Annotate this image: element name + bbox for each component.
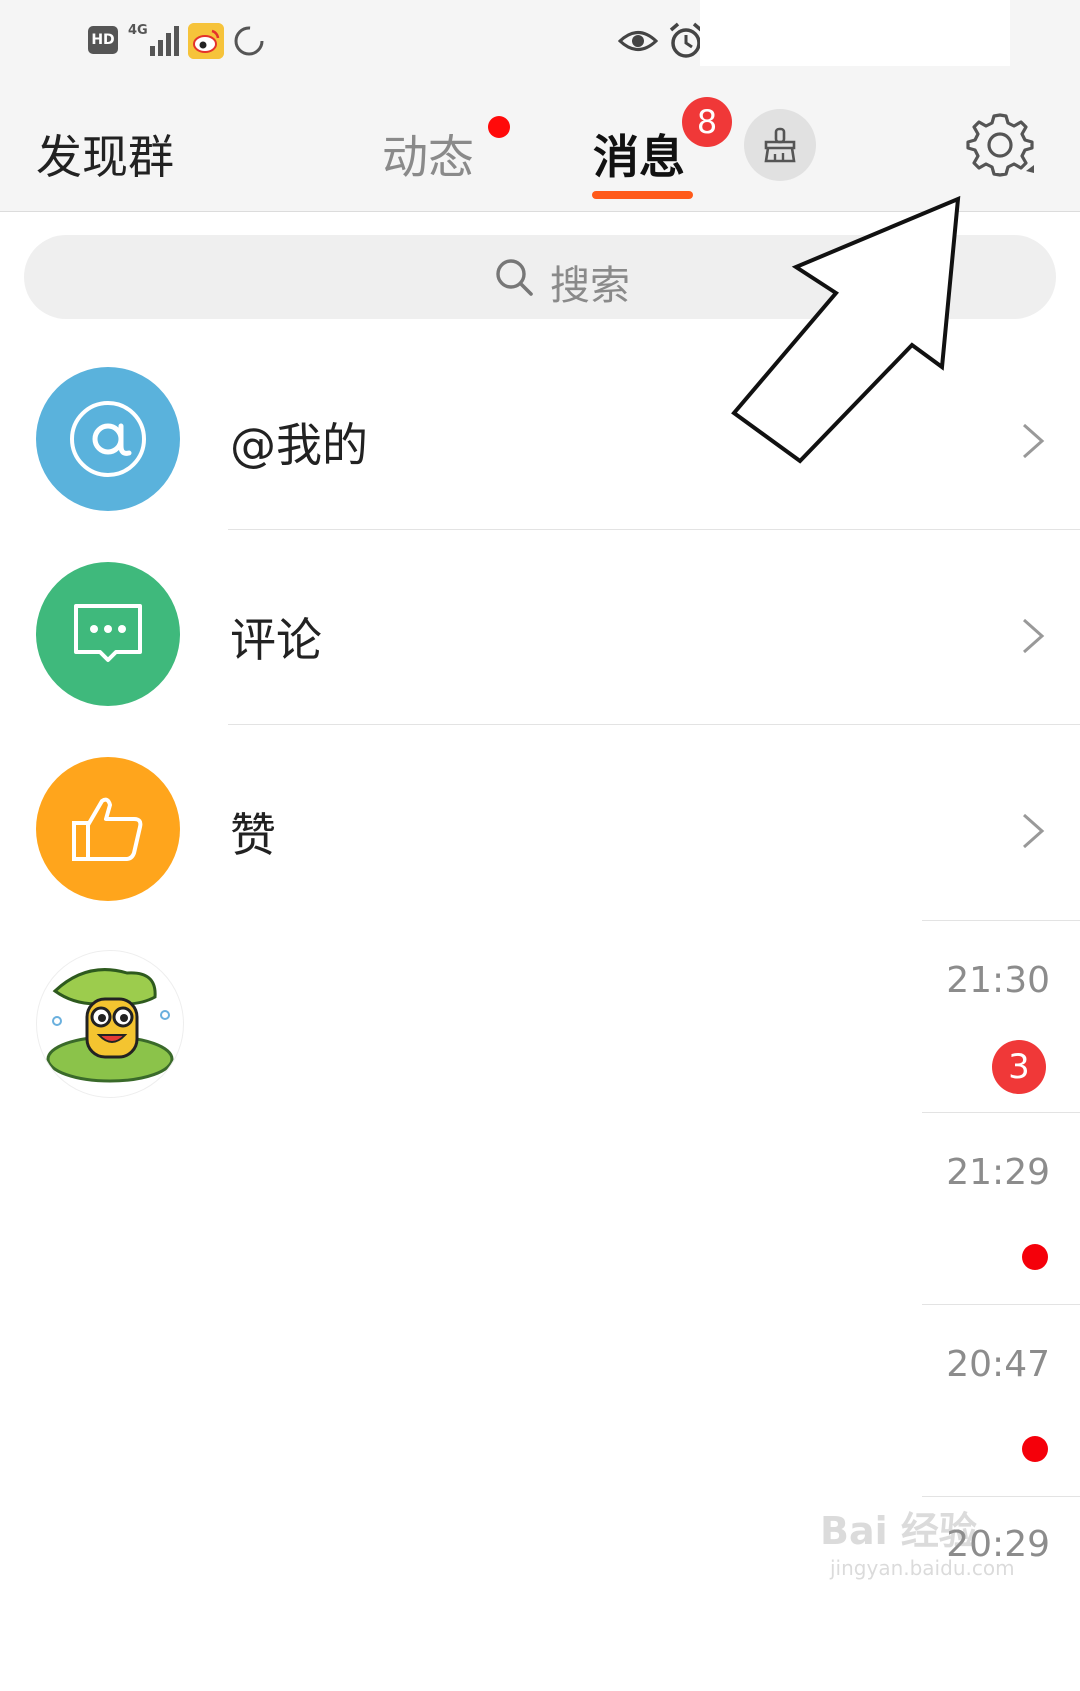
alarm-icon [669,22,703,58]
chat-avatar [36,950,184,1098]
chevron-right-icon [1023,423,1045,459]
chat-row[interactable]: 21:29 [0,1112,1080,1307]
search-placeholder: 搜索 [550,263,630,309]
unread-count-badge: 3 [992,1040,1046,1094]
chat-time: 21:29 [946,1152,1050,1193]
menu-row-likes[interactable]: 赞 [0,725,1080,920]
chevron-right-icon [1023,618,1045,654]
menu-row-label: @我的 [230,418,368,472]
chevron-right-icon [1023,813,1045,849]
watermark-url: jingyan.baidu.com [830,1556,1015,1580]
mentions-avatar [36,367,180,511]
row-divider [922,920,1080,921]
loading-icon [234,26,264,56]
thumbs-up-icon [72,797,143,861]
broom-icon [764,127,796,163]
menu-row-comments[interactable]: 评论 [0,530,1080,725]
clear-unread-button[interactable] [744,109,816,181]
unread-dot [1022,1436,1048,1462]
eye-icon [618,31,658,51]
comment-icon [74,604,142,662]
menu-row-label: 评论 [230,613,322,667]
row-divider [922,1112,1080,1113]
tab-dynamic-unread-dot [488,116,510,138]
annotation-arrow [731,195,961,464]
chat-time: 20:47 [946,1344,1050,1385]
menu-row-label: 赞 [230,808,276,862]
hd-icon: HD [88,26,118,54]
active-tab-indicator [592,191,693,199]
tab-messages[interactable]: 消息 [593,121,685,187]
chat-row[interactable]: 20:47 [0,1304,1080,1499]
weibo-app-icon [188,23,224,59]
messages-badge: 8 [682,97,732,147]
settings-gear-icon[interactable] [964,109,1036,181]
status-bar-redaction [700,0,1010,66]
search-icon [496,259,533,296]
likes-avatar [36,757,180,901]
watermark-logo-text: Bai 经验 [820,1509,977,1553]
unread-dot [1022,1244,1048,1270]
discover-groups-link[interactable]: 发现群 [36,121,174,187]
tab-dynamic[interactable]: 动态 [382,121,474,187]
at-icon [70,401,146,477]
frog-sticker-avatar [46,968,174,1083]
comments-avatar [36,562,180,706]
header: 发现群 动态 消息 8 [0,85,1080,212]
row-divider [922,1304,1080,1305]
chat-time: 21:30 [946,960,1050,1001]
chat-row[interactable]: 21:30 3 [0,920,1080,1115]
network-label: 4G [128,23,148,38]
status-bar: HD 4G [0,0,1080,85]
watermark: Bai 经验 jingyan.baidu.com [820,1480,1020,1590]
signal-icon: 4G [128,23,179,56]
